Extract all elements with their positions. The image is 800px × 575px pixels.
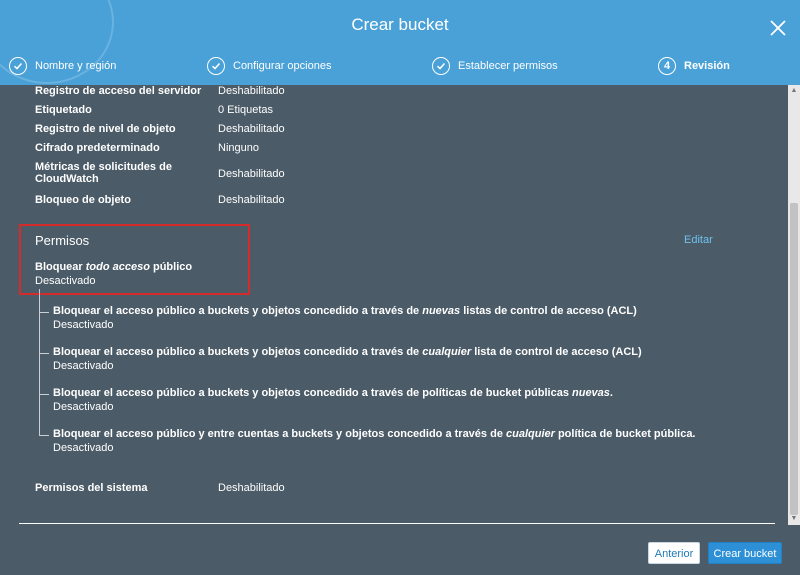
option-key: Registro de nivel de objeto	[35, 123, 176, 135]
option-key: Permisos del sistema	[35, 482, 148, 494]
step-label: Nombre y región	[35, 60, 117, 72]
check-icon	[9, 57, 27, 75]
edit-permissions-link[interactable]: Editar	[684, 234, 713, 246]
block-setting-value: Desactivado	[53, 319, 114, 331]
previous-button[interactable]: Anterior	[648, 542, 700, 564]
block-setting-label: Bloquear el acceso público y entre cuent…	[53, 428, 696, 440]
tree-branch	[39, 353, 49, 354]
block-all-public-access-value: Desactivado	[35, 275, 96, 287]
dialog-footer: Anterior Crear bucket	[0, 525, 800, 575]
scroll-down-icon[interactable]: ▼	[790, 515, 798, 523]
block-setting-value: Desactivado	[53, 442, 114, 454]
dialog-header: Crear bucket Nombre y región Configurar …	[0, 0, 800, 85]
block-setting-label: Bloquear el acceso público a buckets y o…	[53, 305, 637, 317]
step-number-icon: 4	[658, 57, 676, 75]
step-revision[interactable]: 4 Revisión	[658, 55, 730, 77]
option-value: 0 Etiquetas	[218, 104, 274, 116]
permissions-heading: Permisos	[35, 233, 90, 248]
close-icon	[770, 20, 786, 36]
option-key: Cifrado predeterminado	[35, 142, 160, 154]
divider	[19, 523, 775, 524]
step-configurar-opciones[interactable]: Configurar opciones	[207, 55, 331, 77]
check-icon	[432, 57, 450, 75]
option-key: Etiquetado	[35, 104, 92, 116]
create-bucket-button[interactable]: Crear bucket	[708, 542, 782, 564]
dialog-title: Crear bucket	[351, 15, 449, 34]
option-value: Deshabilitado	[218, 85, 285, 97]
check-icon	[207, 57, 225, 75]
wizard-steps: Nombre y región Configurar opciones Esta…	[0, 55, 800, 79]
option-key: Registro de acceso del servidor	[35, 85, 202, 97]
tree-branch	[39, 394, 49, 395]
block-setting-label: Bloquear el acceso público a buckets y o…	[53, 387, 613, 399]
block-setting-value: Desactivado	[53, 401, 114, 413]
tree-branch	[39, 435, 49, 436]
scrollbar[interactable]: ▲ ▼	[788, 85, 800, 525]
review-content[interactable]: Registro de acceso del servidor Deshabil…	[0, 85, 788, 525]
scroll-up-icon[interactable]: ▲	[790, 87, 798, 95]
option-value: Ninguno	[218, 142, 259, 154]
block-all-public-access-label: Bloquear todo acceso público	[35, 261, 193, 273]
step-nombre-region[interactable]: Nombre y región	[9, 55, 116, 77]
option-value: Deshabilitado	[218, 482, 285, 494]
option-value: Deshabilitado	[218, 123, 285, 135]
step-label: Revisión	[684, 60, 730, 72]
option-key: Métricas de solicitudes de CloudWatch	[35, 161, 172, 185]
option-value: Deshabilitado	[218, 168, 285, 180]
option-key: Bloqueo de objeto	[35, 194, 131, 206]
option-value: Deshabilitado	[218, 194, 285, 206]
scrollbar-thumb[interactable]	[790, 203, 798, 515]
close-button[interactable]	[768, 18, 788, 38]
step-establecer-permisos[interactable]: Establecer permisos	[432, 55, 558, 77]
tree-branch	[39, 312, 49, 313]
block-setting-value: Desactivado	[53, 360, 114, 372]
block-setting-label: Bloquear el acceso público a buckets y o…	[53, 346, 642, 358]
step-label: Configurar opciones	[233, 60, 332, 72]
step-label: Establecer permisos	[458, 60, 558, 72]
